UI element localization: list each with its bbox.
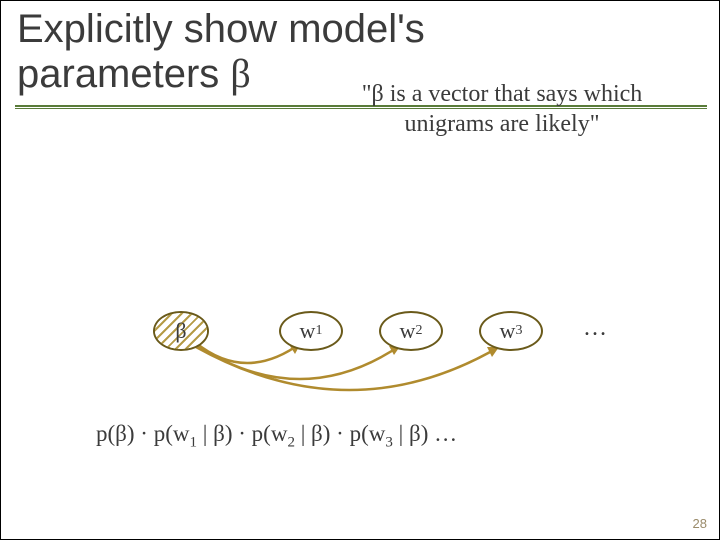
joint-formula: p(β) · p(w1 | β) · p(w2 | β) · p(w3 | β)… bbox=[96, 421, 656, 452]
node-beta-label: β bbox=[175, 318, 186, 344]
f-trail: … bbox=[428, 421, 457, 446]
f-d1: · bbox=[135, 421, 154, 446]
f-p1: p( bbox=[96, 421, 115, 446]
caption-line1-rest: is a vector that says which bbox=[384, 81, 643, 107]
f-c1: ) bbox=[127, 421, 135, 446]
f-bar2: | bbox=[295, 421, 311, 446]
f-s2: 2 bbox=[287, 435, 295, 451]
title-line1: Explicitly show model's bbox=[17, 7, 425, 51]
caption-quote-open: " bbox=[362, 81, 372, 107]
f-b3: β bbox=[311, 421, 323, 446]
f-b1: β bbox=[115, 421, 127, 446]
node-w3-label: w bbox=[500, 318, 516, 344]
f-pw3: p(w bbox=[350, 421, 386, 446]
node-w1-label: w bbox=[300, 318, 316, 344]
caption-line2: unigrams are likely" bbox=[404, 111, 599, 137]
node-beta-fill: β bbox=[155, 313, 207, 349]
f-s3: 3 bbox=[385, 435, 393, 451]
f-pw1: p(w bbox=[154, 421, 190, 446]
caption: "β is a vector that says which unigrams … bbox=[297, 79, 707, 139]
node-w3-sub: 3 bbox=[515, 324, 522, 338]
page-number: 28 bbox=[693, 516, 707, 531]
f-pw2: p(w bbox=[252, 421, 288, 446]
title-line2-prefix: parameters bbox=[17, 52, 230, 96]
f-bar1: | bbox=[197, 421, 213, 446]
f-d2: · bbox=[232, 421, 251, 446]
node-w3: w3 bbox=[479, 311, 543, 351]
f-d3: · bbox=[330, 421, 349, 446]
slide: Explicitly show model's parameters β "β … bbox=[0, 0, 720, 540]
node-w1: w1 bbox=[279, 311, 343, 351]
node-w2-sub: 2 bbox=[415, 324, 422, 338]
caption-beta-symbol: β bbox=[371, 81, 383, 107]
f-bar3: | bbox=[393, 421, 409, 446]
f-b4: β bbox=[409, 421, 421, 446]
arcs-svg bbox=[1, 301, 720, 421]
node-beta: β bbox=[153, 311, 209, 351]
node-w1-sub: 1 bbox=[315, 324, 322, 338]
f-b2: β bbox=[213, 421, 225, 446]
node-w2-label: w bbox=[400, 318, 416, 344]
f-s1: 1 bbox=[190, 435, 198, 451]
node-w2: w2 bbox=[379, 311, 443, 351]
title-beta-symbol: β bbox=[230, 51, 250, 96]
diagram: β w1 w2 w3 … bbox=[1, 301, 720, 421]
node-ellipsis: … bbox=[583, 315, 607, 342]
